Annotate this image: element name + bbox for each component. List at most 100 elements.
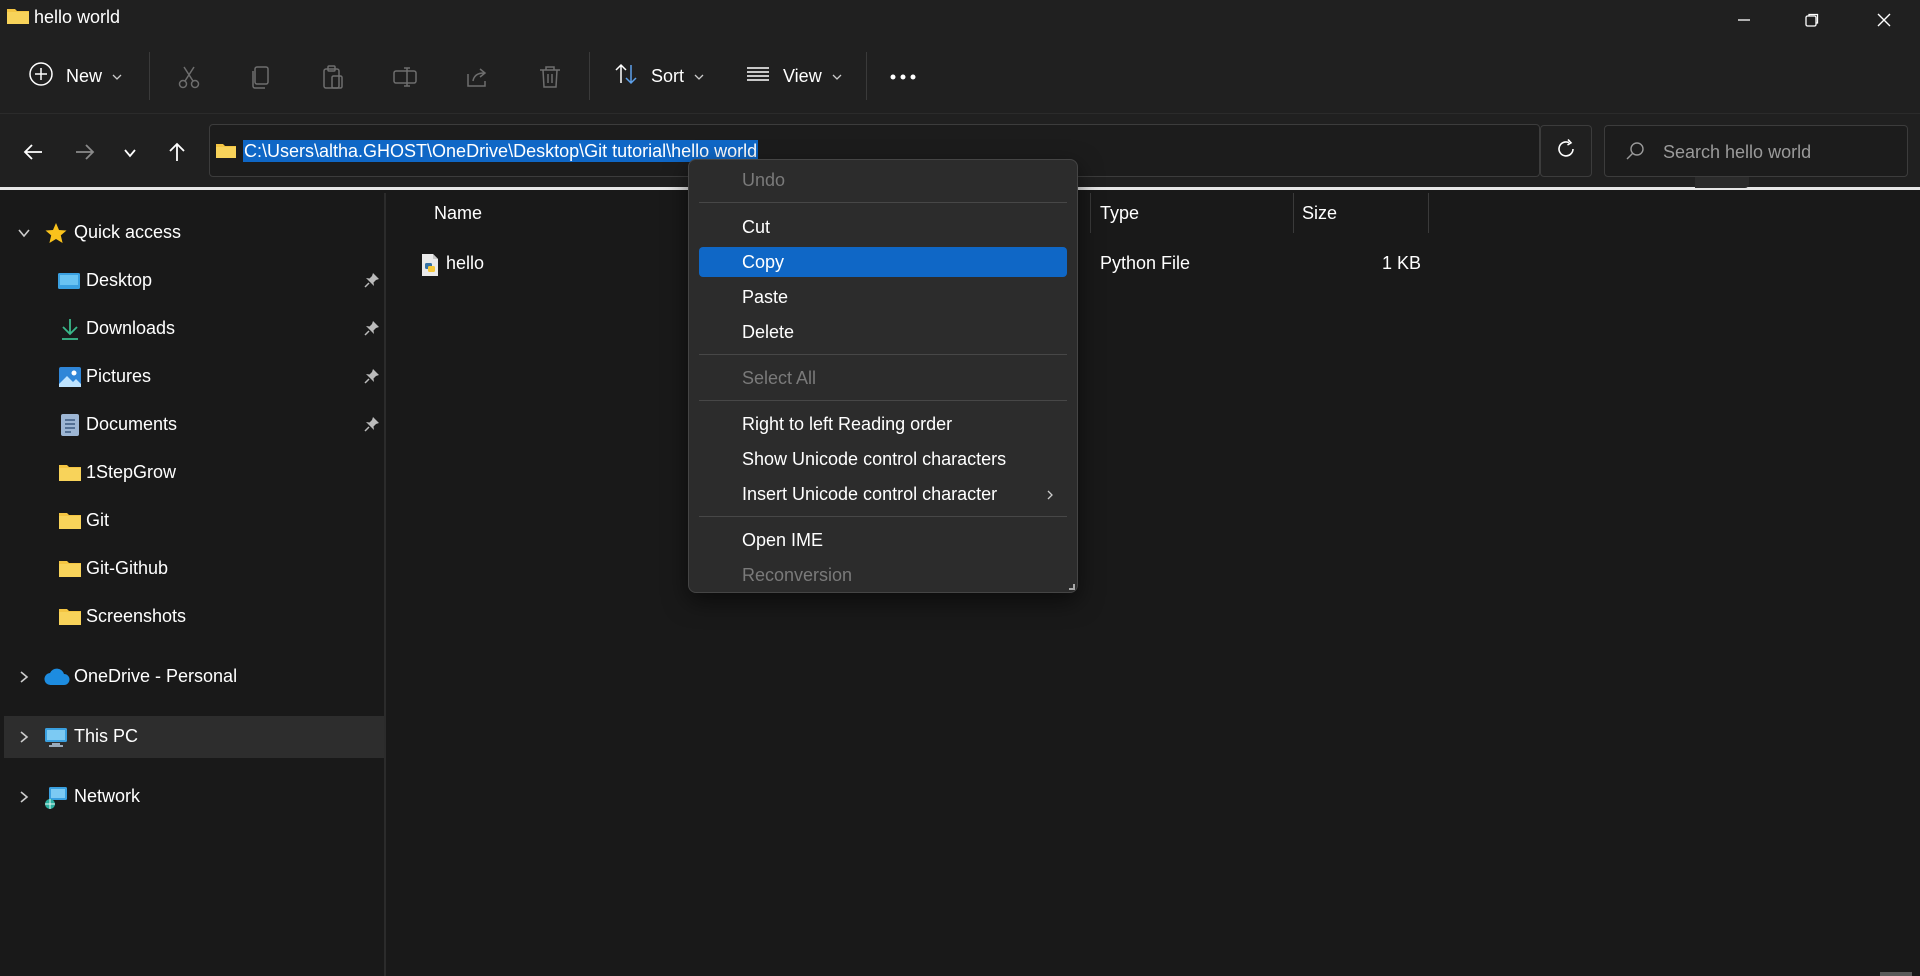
- sidebar-item-1stepgrow[interactable]: 1StepGrow: [4, 452, 384, 494]
- paste-icon[interactable]: [319, 63, 347, 91]
- file-size: 1 KB: [1382, 253, 1422, 273]
- menu-separator: [699, 354, 1067, 355]
- rename-icon[interactable]: [391, 63, 419, 91]
- sidebar-item-documents[interactable]: Documents: [4, 404, 384, 446]
- resize-grip: [1069, 584, 1075, 590]
- refresh-button[interactable]: [1540, 125, 1592, 177]
- pictures-icon: [58, 366, 82, 388]
- file-name: hello: [446, 253, 485, 273]
- address-path[interactable]: C:\Users\altha.GHOST\OneDrive\Desktop\Gi…: [243, 140, 759, 162]
- folder-icon: [215, 142, 237, 159]
- pin-icon[interactable]: [364, 320, 380, 341]
- chevron-down-icon: [832, 66, 842, 87]
- sort-button[interactable]: Sort: [613, 56, 704, 96]
- chevron-right-icon: [16, 669, 32, 690]
- sidebar-item-label: Downloads: [86, 318, 176, 338]
- table-row[interactable]: hello Python File 1 KB: [388, 245, 1920, 285]
- download-icon: [59, 317, 83, 340]
- arrow-right-icon: [74, 141, 96, 168]
- new-label: New: [66, 65, 103, 86]
- menu-item-paste[interactable]: Paste: [699, 282, 1067, 312]
- cut-icon[interactable]: [175, 63, 203, 91]
- python-file-icon: [420, 253, 440, 282]
- arrow-up-icon: [166, 141, 188, 168]
- sidebar-item-label: This PC: [74, 726, 139, 746]
- view-button[interactable]: View: [745, 56, 842, 96]
- pin-icon[interactable]: [364, 416, 380, 437]
- file-explorer-window: hello world New Sort View C:\Users\altha…: [0, 0, 1920, 976]
- menu-item-rtl-reading-order[interactable]: Right to left Reading order: [699, 409, 1067, 439]
- sidebar-item-label: OneDrive - Personal: [74, 666, 238, 686]
- column-divider[interactable]: [1428, 193, 1429, 233]
- close-button[interactable]: [1848, 0, 1920, 40]
- menu-item-copy[interactable]: Copy: [699, 247, 1067, 277]
- plus-circle-icon: [28, 61, 54, 92]
- minimize-button[interactable]: [1708, 0, 1780, 40]
- view-lines-icon: [745, 61, 771, 92]
- menu-item-select-all[interactable]: Select All: [699, 363, 1067, 393]
- folder-icon: [58, 463, 82, 485]
- sidebar-item-git[interactable]: Git: [4, 500, 384, 542]
- sidebar-item-label: Documents: [86, 414, 178, 434]
- divider: [866, 52, 867, 100]
- search-icon: [1625, 141, 1645, 166]
- menu-item-delete[interactable]: Delete: [699, 317, 1067, 347]
- copy-icon[interactable]: [247, 63, 275, 91]
- sidebar-item-git-github[interactable]: Git-Github: [4, 548, 384, 590]
- computer-icon: [44, 726, 68, 748]
- chevron-right-icon: [1043, 486, 1057, 507]
- sidebar-item-quick-access[interactable]: Quick access: [4, 212, 384, 254]
- share-icon[interactable]: [463, 63, 491, 91]
- chevron-right-icon: [16, 789, 32, 810]
- menu-item-reconversion[interactable]: Reconversion: [699, 560, 1067, 590]
- chevron-down-icon: [694, 66, 704, 87]
- column-header-size[interactable]: Size: [1302, 193, 1337, 233]
- sidebar-item-screenshots[interactable]: Screenshots: [4, 596, 384, 638]
- documents-icon: [60, 413, 84, 436]
- pin-icon[interactable]: [364, 272, 380, 293]
- delete-icon[interactable]: [536, 63, 564, 91]
- column-divider[interactable]: [1293, 193, 1294, 233]
- pin-icon[interactable]: [364, 368, 380, 389]
- menu-item-open-ime[interactable]: Open IME: [699, 525, 1067, 555]
- chevron-down-icon: [112, 66, 122, 87]
- forward-button[interactable]: [67, 136, 103, 172]
- sidebar-item-pictures[interactable]: Pictures: [4, 356, 384, 398]
- sidebar-item-downloads[interactable]: Downloads: [4, 308, 384, 350]
- sidebar-item-desktop[interactable]: Desktop: [4, 260, 384, 302]
- back-button[interactable]: [15, 136, 51, 172]
- menu-item-show-unicode[interactable]: Show Unicode control characters: [699, 444, 1067, 474]
- menu-separator: [699, 516, 1067, 517]
- up-button[interactable]: [159, 136, 195, 172]
- menu-item-insert-unicode[interactable]: Insert Unicode control character: [699, 479, 1067, 509]
- sidebar-item-label: Network: [74, 786, 141, 806]
- sidebar-item-label: 1StepGrow: [86, 462, 177, 482]
- folder-icon: [58, 607, 82, 629]
- sort-icon: [613, 61, 639, 92]
- navigation-pane: Quick access Desktop Downloads Pictures …: [0, 193, 386, 976]
- menu-item-undo[interactable]: Undo: [699, 165, 1067, 195]
- divider: [589, 52, 590, 100]
- file-type: Python File: [1100, 253, 1191, 273]
- sidebar-item-this-pc[interactable]: This PC: [4, 716, 384, 758]
- column-header-type[interactable]: Type: [1100, 193, 1139, 233]
- column-divider[interactable]: [1090, 193, 1091, 233]
- sort-label: Sort: [651, 65, 685, 86]
- chevron-down-icon: [123, 144, 137, 165]
- recent-locations-button[interactable]: [112, 136, 148, 172]
- menu-separator: [699, 202, 1067, 203]
- folder-icon: [58, 511, 82, 533]
- search-input[interactable]: [1663, 139, 1893, 165]
- restore-button[interactable]: [1776, 0, 1848, 40]
- sidebar-item-onedrive[interactable]: OneDrive - Personal: [4, 656, 384, 698]
- new-button[interactable]: New: [28, 56, 122, 96]
- menu-item-cut[interactable]: Cut: [699, 212, 1067, 242]
- more-options-icon[interactable]: [889, 63, 917, 91]
- search-box[interactable]: [1604, 125, 1908, 177]
- sidebar-item-label: Desktop: [86, 270, 153, 290]
- sidebar-item-network[interactable]: Network: [4, 776, 384, 818]
- network-icon: [44, 786, 68, 809]
- chevron-right-icon: [16, 729, 32, 750]
- column-header-name[interactable]: Name: [434, 193, 482, 233]
- scrollbar-thumb[interactable]: [1880, 972, 1912, 976]
